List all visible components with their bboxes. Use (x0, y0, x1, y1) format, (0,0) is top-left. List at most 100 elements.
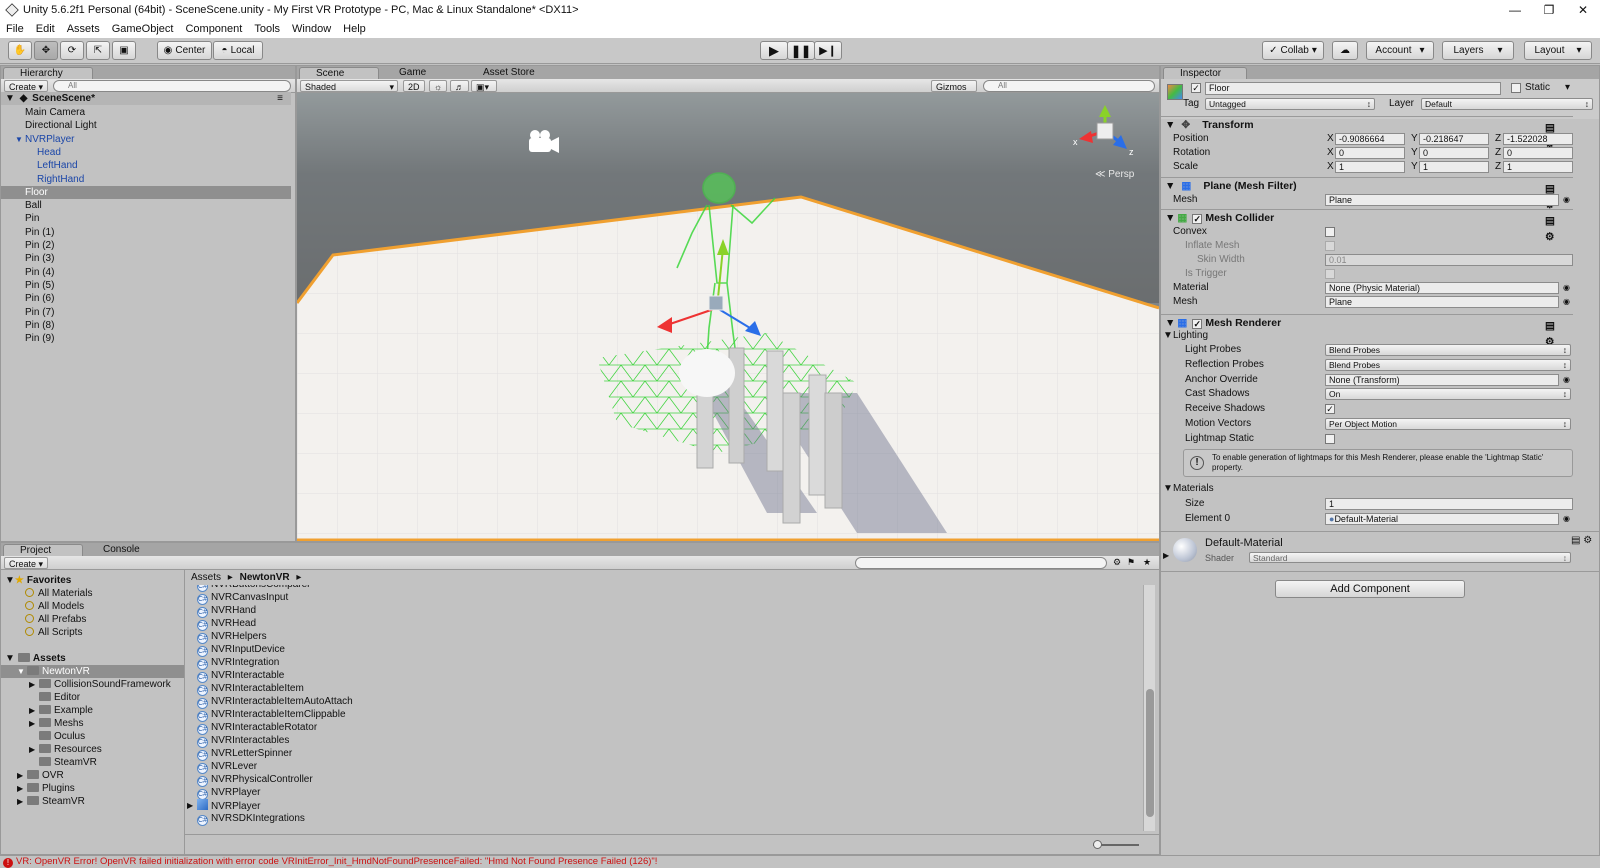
position-y-field[interactable]: -0.218647 (1419, 133, 1489, 145)
mesh-filter-header[interactable]: ▼▦Plane (Mesh Filter) ▤ ⚙ (1161, 177, 1573, 211)
tab-asset-store[interactable]: Asset Store (467, 67, 567, 79)
hierarchy-item[interactable]: Pin (1, 212, 291, 225)
project-search-input[interactable] (855, 557, 1107, 569)
hierarchy-item[interactable]: Pin (6) (1, 292, 291, 305)
hierarchy-create-dropdown[interactable]: Create ▾ (4, 80, 49, 92)
element-0-field[interactable]: ●Default-Material (1325, 513, 1559, 525)
mesh-collider-header[interactable]: ▼ ▦ ✓ Mesh Collider ▤ ⚙ (1161, 209, 1573, 243)
file-item[interactable]: C# NVRHelpers (197, 630, 267, 644)
tree-arrow-icon[interactable]: ▶ (17, 795, 27, 808)
tag-dropdown[interactable]: Untagged ↕ (1205, 98, 1375, 110)
favorites-header[interactable]: ▼★ Favorites (5, 574, 71, 587)
receive-shadows-checkbox[interactable]: ✓ (1325, 404, 1335, 414)
play-button[interactable]: ▶ (760, 41, 788, 60)
menu-file[interactable]: File (0, 23, 30, 35)
pivot-local-button[interactable]: ◓ Local (213, 41, 263, 60)
2d-toggle[interactable]: 2D (403, 80, 425, 92)
lighting-foldout[interactable]: ▼ Lighting (1161, 329, 1573, 343)
rotate-tool-icon[interactable]: ⟳ (60, 41, 84, 60)
hierarchy-item[interactable]: Pin (5) (1, 279, 291, 292)
hierarchy-item[interactable]: Main Camera (1, 106, 291, 119)
mesh-renderer-enabled-checkbox[interactable]: ✓ (1192, 319, 1203, 329)
file-item[interactable]: C# NVRLetterSpinner (197, 747, 292, 761)
project-create-dropdown[interactable]: Create ▾ (4, 557, 49, 569)
static-checkbox[interactable] (1511, 83, 1521, 93)
hierarchy-item[interactable]: Directional Light (1, 119, 291, 132)
filter-label-icon[interactable]: ⚑ (1127, 557, 1135, 568)
asset-folder-item[interactable]: ▶ Plugins (1, 782, 184, 795)
hierarchy-item[interactable]: Ball (1, 199, 291, 212)
scale-z-field[interactable]: 1 (1503, 161, 1573, 173)
status-bar[interactable]: ! VR: OpenVR Error! OpenVR failed initial… (0, 855, 1600, 868)
scene-lighting-icon[interactable]: ☼ (429, 80, 448, 92)
file-item[interactable]: C# NVRInputDevice (197, 643, 285, 657)
file-list-scrollbar[interactable] (1143, 585, 1155, 831)
scene-viewport[interactable]: x z ≪ Persp (297, 93, 1159, 541)
file-item[interactable]: C# NVRInteractable (197, 669, 284, 683)
position-x-field[interactable]: -0.9086664 (1335, 133, 1405, 145)
menu-assets[interactable]: Assets (61, 23, 106, 35)
persp-label[interactable]: ≪ Persp (1095, 169, 1135, 180)
file-item[interactable]: C# NVRInteractableItemClippable (197, 708, 346, 722)
hierarchy-item[interactable]: Pin (3) (1, 252, 291, 265)
menu-window[interactable]: Window (286, 23, 337, 35)
layers-dropdown[interactable]: Layers ▾ (1442, 41, 1514, 60)
file-item[interactable]: C# NVRInteractableItem (197, 682, 304, 696)
breadcrumb-assets[interactable]: Assets (191, 572, 221, 583)
scene-menu-icon[interactable]: ≡ (277, 92, 283, 105)
static-dropdown-icon[interactable]: ▾ (1565, 82, 1570, 93)
shading-mode-dropdown[interactable]: Shaded ▾ (300, 80, 398, 92)
component-settings-icon[interactable]: ▤ ⚙ (1545, 213, 1567, 243)
light-probes-dropdown[interactable]: Blend Probes ↕ (1325, 344, 1571, 356)
scale-tool-icon[interactable]: ⇱ (86, 41, 110, 60)
file-item[interactable]: C# NVRInteractables (197, 734, 289, 748)
expand-arrow-icon[interactable]: ▼ (15, 133, 23, 146)
breadcrumb-newtonvr[interactable]: NewtonVR (240, 572, 290, 583)
asset-folder-item[interactable]: Editor (1, 691, 184, 704)
step-button[interactable]: ▶❙ (814, 41, 842, 60)
file-item[interactable]: C# NVRSDKIntegrations (197, 812, 305, 826)
close-icon[interactable]: ✕ (1566, 0, 1600, 20)
rect-tool-icon[interactable]: ▣ (112, 41, 136, 60)
tree-arrow-icon[interactable]: ▼ (17, 665, 27, 678)
asset-folder-item[interactable]: ▶ Meshs (1, 717, 184, 730)
asset-folder-item[interactable]: SteamVR (1, 756, 184, 769)
minimize-icon[interactable]: — (1498, 0, 1532, 20)
rotation-x-field[interactable]: 0 (1335, 147, 1405, 159)
prefab-expand-arrow-icon[interactable]: ▶ (187, 799, 193, 812)
tab-project[interactable]: Project (3, 544, 83, 556)
hierarchy-search-input[interactable]: All (53, 80, 291, 92)
cast-shadows-dropdown[interactable]: On ↕ (1325, 388, 1571, 400)
menu-gameobject[interactable]: GameObject (106, 23, 180, 35)
tree-arrow-icon[interactable]: ▶ (17, 769, 27, 782)
file-item[interactable]: C# NVRHand (197, 604, 256, 618)
asset-folder-item[interactable]: ▶ SteamVR (1, 795, 184, 808)
move-tool-icon[interactable]: ✥ (34, 41, 58, 60)
scene-effects-icon[interactable]: ▣▾ (471, 80, 497, 92)
scene-root-row[interactable]: ▼ ◆ SceneScene* ≡ (1, 92, 291, 105)
tab-inspector[interactable]: Inspector (1163, 67, 1247, 79)
scrollbar-thumb[interactable] (1146, 689, 1154, 817)
file-item[interactable]: C# NVRInteractableRotator (197, 721, 317, 735)
asset-folder-item[interactable]: Oculus (1, 730, 184, 743)
tree-arrow-icon[interactable]: ▶ (29, 704, 39, 717)
asset-folder-item[interactable]: ▶ Example (1, 704, 184, 717)
object-picker-icon[interactable]: ◉ (1563, 373, 1570, 387)
hierarchy-item[interactable]: ▼ NVRPlayer (1, 133, 291, 146)
favorite-item[interactable]: All Prefabs (25, 613, 86, 626)
layout-dropdown[interactable]: Layout ▾ (1524, 41, 1592, 60)
hierarchy-item[interactable]: Pin (7) (1, 306, 291, 319)
motion-vectors-dropdown[interactable]: Per Object Motion ↕ (1325, 418, 1571, 430)
filter-type-icon[interactable]: ⚙ (1113, 557, 1121, 568)
collab-button[interactable]: ✓ Collab ▾ (1262, 41, 1324, 60)
hierarchy-item[interactable]: Floor (1, 185, 291, 199)
component-settings-icon[interactable]: ▤ ⚙ (1545, 318, 1567, 348)
menu-help[interactable]: Help (337, 23, 372, 35)
file-item[interactable]: C# NVRCanvasInput (197, 591, 288, 605)
hierarchy-item[interactable]: Pin (8) (1, 319, 291, 332)
materials-foldout[interactable]: ▼ Materials (1161, 482, 1573, 496)
maximize-icon[interactable]: ❐ (1532, 0, 1566, 20)
favorite-star-icon[interactable]: ★ (1143, 557, 1151, 568)
pivot-center-button[interactable]: ◉ Center (157, 41, 212, 60)
menu-component[interactable]: Component (179, 23, 248, 35)
